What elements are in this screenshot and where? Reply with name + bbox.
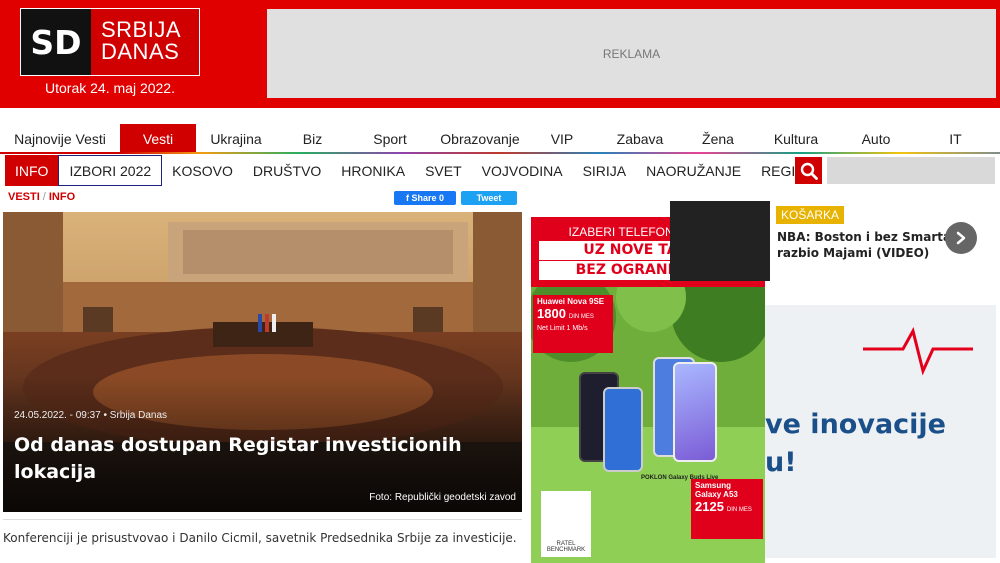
main-nav-item-ukrajina[interactable]: Ukrajina bbox=[196, 124, 276, 154]
side-article-thumbnail[interactable] bbox=[670, 201, 770, 281]
phone2-name: Samsung Galaxy A53 bbox=[695, 481, 738, 499]
facebook-share-button[interactable]: f Share 0 bbox=[394, 191, 456, 205]
article-title[interactable]: Od danas dostupan Registar investicionih… bbox=[14, 432, 494, 486]
header-date: Utorak 24. maj 2022. bbox=[45, 80, 175, 96]
phone1-price-box: Huawei Nova 9SE 1800 DIN MES Net Limit 1… bbox=[533, 295, 613, 353]
page: SD SRBIJA DANAS Utorak 24. maj 2022. REK… bbox=[0, 0, 1000, 563]
sub-nav-item-izbori-2022[interactable]: IZBORI 2022 bbox=[58, 155, 163, 186]
search-input[interactable] bbox=[827, 157, 995, 184]
sub-nav-item-info[interactable]: INFO bbox=[5, 155, 59, 186]
main-nav-item-žena[interactable]: Žena bbox=[685, 124, 751, 154]
sub-nav-item-vojvodina[interactable]: VOJVODINA bbox=[472, 155, 573, 186]
phone-samsung-front bbox=[673, 362, 717, 462]
article-meta: 24.05.2022. - 09:37 • Srbija Danas bbox=[14, 410, 168, 421]
twitter-tweet-button[interactable]: Tweet bbox=[461, 191, 517, 205]
phone1-name: Huawei Nova 9SE bbox=[537, 297, 605, 306]
logo-line2: DANAS bbox=[101, 39, 180, 64]
phone2-unit: DIN MES bbox=[726, 507, 752, 513]
site-logo[interactable]: SD SRBIJA DANAS bbox=[20, 8, 200, 76]
ad-label: REKLAMA bbox=[602, 46, 661, 61]
main-nav-item-vesti[interactable]: Vesti bbox=[120, 124, 196, 154]
main-nav-item-auto[interactable]: Auto bbox=[841, 124, 911, 154]
main-nav-item-biz[interactable]: Biz bbox=[276, 124, 349, 154]
phone-blue bbox=[603, 387, 643, 472]
search-button[interactable] bbox=[795, 157, 822, 184]
right-ad-line2: u! bbox=[765, 447, 797, 478]
phone1-price: 1800 bbox=[537, 306, 566, 321]
breadcrumb-separator: / bbox=[42, 191, 46, 203]
nav-color-strip bbox=[0, 152, 1000, 154]
breadcrumb-vesti[interactable]: VESTI bbox=[8, 191, 40, 203]
phone2-price-box: Samsung Galaxy A53 2125 DIN MES bbox=[691, 479, 763, 539]
photo-credit: Foto: Republički geodetski zavod bbox=[369, 492, 516, 503]
right-ad-line1: ve inovacije bbox=[765, 409, 946, 440]
sub-nav-item-sirija[interactable]: SIRIJA bbox=[573, 155, 637, 186]
main-nav-item-kultura[interactable]: Kultura bbox=[751, 124, 841, 154]
main-nav-item-sport[interactable]: Sport bbox=[349, 124, 431, 154]
breadcrumb-info[interactable]: INFO bbox=[49, 191, 75, 203]
main-nav-item-obrazovanje[interactable]: Obrazovanje bbox=[431, 124, 529, 154]
breadcrumb: VESTI / INFO bbox=[8, 191, 75, 203]
ratel-badge: RATEL BENCHMARK bbox=[541, 491, 591, 557]
hero-article[interactable]: 24.05.2022. - 09:37 • Srbija Danas Od da… bbox=[3, 212, 522, 512]
main-nav-item-zabava[interactable]: Zabava bbox=[595, 124, 685, 154]
chevron-right-icon bbox=[956, 231, 966, 245]
logo-line1: SRBIJA bbox=[101, 17, 182, 42]
phone1-unit: DIN MES bbox=[568, 314, 594, 320]
right-ad[interactable]: ve inovacije u! bbox=[765, 305, 996, 558]
logo-mark: SD bbox=[21, 9, 91, 75]
header-ad-banner[interactable]: REKLAMA bbox=[267, 9, 996, 98]
sub-nav-items: INFO IZBORI 2022 KOSOVO DRUŠTVO HRONIKA SVET V… bbox=[5, 155, 826, 186]
sub-nav-item-hronika[interactable]: HRONIKA bbox=[331, 155, 415, 186]
category-tag[interactable]: KOŠARKA bbox=[776, 206, 845, 224]
search-icon bbox=[800, 162, 818, 180]
phone1-price-row: 1800 DIN MES bbox=[537, 306, 609, 321]
sub-nav-item-kosovo[interactable]: KOSOVO bbox=[162, 155, 243, 186]
main-nav-item-vip[interactable]: VIP bbox=[529, 124, 595, 154]
phone2-price-row: 2125 DIN MES bbox=[695, 499, 759, 514]
site-header: SD SRBIJA DANAS Utorak 24. maj 2022. REK… bbox=[0, 0, 1000, 108]
sub-nav-item-naoružanje[interactable]: NAORUŽANJE bbox=[636, 155, 751, 186]
sub-nav-item-društvo[interactable]: DRUŠTVO bbox=[243, 155, 331, 186]
logo-wordmark: SRBIJA DANAS bbox=[91, 9, 199, 75]
ratel-label: RATEL BENCHMARK bbox=[546, 541, 586, 553]
sub-nav-item-svet[interactable]: SVET bbox=[415, 155, 472, 186]
net-limit: Net Limit 1 Mb/s bbox=[537, 325, 588, 332]
main-nav-item-it[interactable]: IT bbox=[911, 124, 1000, 154]
main-nav-item-najnovije-vesti[interactable]: Najnovije Vesti bbox=[0, 124, 120, 154]
sub-navigation: INFO IZBORI 2022 KOSOVO DRUŠTVO HRONIKA SVET V… bbox=[5, 155, 995, 186]
heartbeat-icon bbox=[863, 327, 973, 376]
article-lead: Konferenciji je prisustvovao i Danilo Ci… bbox=[3, 519, 522, 546]
main-navigation: Najnovije Vesti Vesti Ukrajina Biz Sport Obra… bbox=[0, 124, 1000, 154]
carousel-next-button[interactable] bbox=[945, 222, 977, 254]
phone2-price: 2125 bbox=[695, 499, 724, 514]
